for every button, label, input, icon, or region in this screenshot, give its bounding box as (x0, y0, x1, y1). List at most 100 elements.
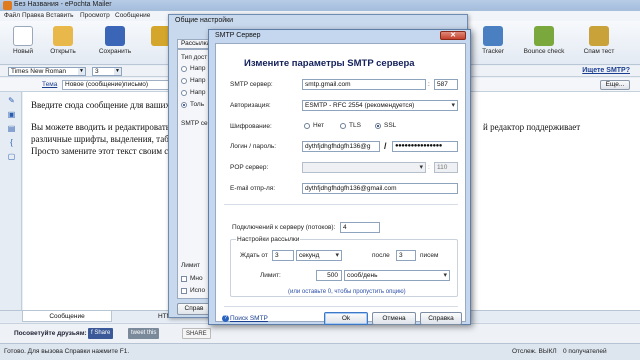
addthis-share-button[interactable]: SHARE (182, 328, 211, 339)
limit-label: Лимит (181, 262, 200, 269)
login-input[interactable]: dythfjdhgfhdgfh136@g (302, 141, 380, 152)
connections-label: Подключений к серверу (потоков): (232, 224, 336, 231)
settings-icon[interactable]: ▢ (7, 152, 16, 161)
encryption-tls-radio[interactable] (340, 123, 346, 129)
limit-label: Лимит: (260, 272, 281, 279)
limit-hint: (или оставьте 0, чтобы пропустить опцию) (288, 289, 406, 295)
tracker-icon (483, 26, 503, 46)
mailing-settings-label: Настройки рассылки (236, 236, 301, 243)
close-icon: ✕ (450, 32, 456, 39)
subject-label[interactable]: Тема (42, 81, 57, 88)
pop-server-label: POP сервер: (230, 164, 269, 171)
dialog-title: Общие настройки (175, 17, 234, 24)
cancel-button[interactable]: Отмена (372, 312, 416, 325)
font-size-select[interactable]: 3 ▼ (92, 67, 122, 76)
tracker-button[interactable]: Tracker (472, 25, 514, 63)
encryption-label: Шифрование: (230, 123, 272, 130)
pop-server-select (302, 162, 426, 173)
new-button[interactable]: Новый (2, 25, 44, 63)
editor-line-2: Вы можете вводить и редактировать (31, 122, 170, 132)
subject-input[interactable]: Новое (сообщение)письмо) (62, 80, 172, 90)
window-title: Без Названия - ePochta Mailer (14, 1, 112, 8)
title-bar: Без Названия - ePochta Mailer (0, 0, 640, 11)
encryption-none-radio[interactable] (304, 123, 310, 129)
open-button[interactable]: Открыть (42, 25, 84, 63)
insert-icon[interactable]: ▤ (7, 124, 16, 133)
connections-input[interactable]: 4 (340, 222, 380, 233)
tracking-status: Отслеж. ВЫКЛ (512, 348, 557, 355)
general-help-button[interactable]: Справ (177, 303, 211, 315)
attachment-icon[interactable]: ▣ (7, 110, 16, 119)
menu-insert[interactable]: Вставить (46, 12, 74, 19)
help-button[interactable]: Справка (420, 312, 462, 325)
search-smtp-link[interactable]: Поиск SMTP (230, 315, 268, 322)
delivery-type-label: Тип дост (181, 54, 208, 61)
folder-icon (53, 26, 73, 46)
floppy-disk-icon (105, 26, 125, 46)
menu-message[interactable]: Сообщение (115, 12, 150, 19)
wait-input[interactable]: 3 (272, 250, 294, 261)
tab-message[interactable]: Сообщение (22, 311, 112, 322)
login-label: Логин / пароль: (230, 143, 277, 150)
encryption-ssl-radio[interactable] (375, 123, 381, 129)
more-button[interactable]: Еще... (600, 80, 630, 90)
pop-port-input: 110 (434, 162, 458, 173)
new-document-icon (13, 26, 33, 46)
limit-unit-select[interactable]: сооб/день (344, 270, 450, 281)
use-checkbox[interactable] (181, 288, 187, 294)
app-logo-icon (3, 1, 12, 10)
divider (224, 204, 458, 205)
after-unit-label: писем (420, 252, 439, 259)
share-bar: Посоветуйте друзьям: f Share tweet this … (0, 323, 640, 343)
login-password-separator: / (384, 141, 387, 151)
smtp-dialog-body: Измените параметры SMTP сервера SMTP сер… (215, 43, 466, 325)
font-family-select[interactable]: Times New Roman ▼ (8, 67, 86, 76)
recipient-count: 0 получателей (563, 348, 607, 355)
after-label: после (372, 252, 390, 259)
delivery-option-1[interactable] (181, 66, 187, 72)
facebook-share-button[interactable]: f Share (88, 328, 114, 339)
multi-checkbox[interactable] (181, 276, 187, 282)
wait-label: Ждать от (240, 252, 268, 259)
smtp-server-label: SMTP сервер: (230, 81, 273, 88)
find-smtp-link[interactable]: Ищете SMTP? (582, 67, 630, 74)
sender-email-input[interactable]: dythfjdhgfhdgfh136@gmail.com (302, 183, 458, 194)
editor-side-strip: ✎ ▣ ▤ { ▢ (0, 92, 22, 312)
tweet-button[interactable]: tweet this (128, 328, 160, 339)
wait-unit-select[interactable]: секунд (296, 250, 342, 261)
help-question-icon: ? (222, 315, 229, 322)
limit-input[interactable]: 500 (316, 270, 342, 281)
password-input[interactable]: ●●●●●●●●●●●●●●● (392, 141, 458, 152)
save-button[interactable]: Сохранить (94, 25, 136, 63)
dialog-title: SMTP Сервер (215, 32, 261, 39)
status-text: Готово. Для вызова Справки нажмите F1. (4, 348, 130, 355)
dialog-heading: Измените параметры SMTP сервера (244, 58, 415, 69)
menu-edit[interactable]: Правка (22, 12, 44, 19)
smtp-server-dialog: SMTP Сервер ✕ Измените параметры SMTP се… (208, 29, 471, 325)
spam-check-button[interactable]: Спам тест (578, 25, 620, 63)
bounce-check-button[interactable]: Bounce check (520, 25, 568, 63)
auth-label: Авторизация: (230, 102, 271, 109)
delivery-option-2[interactable] (181, 78, 187, 84)
chevron-down-icon: ▼ (114, 68, 121, 75)
auth-select[interactable]: ESMTP - RFC 2554 (рекомендуется) (302, 100, 458, 111)
code-braces-icon[interactable]: { (7, 138, 16, 147)
port-separator: : (428, 81, 430, 88)
after-input[interactable]: 3 (396, 250, 416, 261)
ok-button[interactable]: Ok (324, 312, 368, 325)
editor-line-1: Введите сюда сообщение для ваших (31, 100, 170, 110)
menu-view[interactable]: Просмотр (80, 12, 110, 19)
editor-line-3: различные шрифты, выделения, табл (31, 134, 174, 144)
sender-email-label: E-mail отпр-ля: (230, 185, 276, 192)
delivery-option-3[interactable] (181, 90, 187, 96)
close-button[interactable]: ✕ (440, 31, 466, 40)
chevron-down-icon: ▼ (78, 68, 85, 75)
edit-icon[interactable]: ✎ (7, 96, 16, 105)
editor-line-2-tail: й редактор поддерживает (483, 122, 581, 132)
smtp-server-input[interactable]: smtp.gmail.com (302, 79, 426, 90)
smtp-port-input[interactable]: 587 (434, 79, 458, 90)
menu-file[interactable]: Файл (4, 12, 20, 19)
bounce-check-icon (534, 26, 554, 46)
delivery-option-4[interactable] (181, 102, 187, 108)
divider (224, 306, 458, 307)
